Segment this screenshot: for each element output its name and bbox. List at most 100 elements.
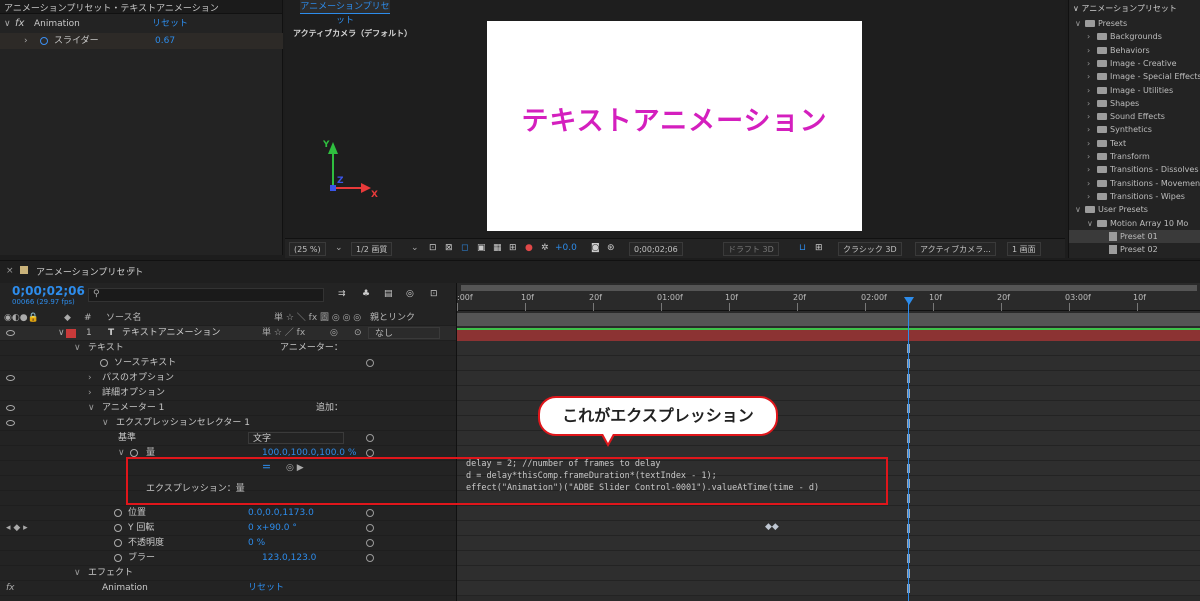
chevron-right-icon[interactable]: › [88,386,92,401]
property-row[interactable]: ∨ アニメーター 1 追加： [0,401,456,416]
extended-viewer-icon[interactable]: ⊞ [815,243,823,253]
preset-tree-item[interactable]: › Image - Utilities [1069,84,1200,97]
track-row[interactable] [457,341,1200,356]
stopwatch-icon[interactable] [114,509,122,517]
parent-pickwhip-icon[interactable]: ◎ [330,326,338,341]
renderer-select[interactable]: クラシック 3D [838,242,902,256]
frame-blend-icon[interactable]: ▤ [384,289,393,299]
track-row[interactable] [457,551,1200,566]
region-icon[interactable]: ▣ [477,243,486,253]
effect-row-animation[interactable]: ∨ fx Animation リセット [0,16,283,32]
chevron-right-icon[interactable]: › [1087,30,1097,43]
expression-pickwhip-icon[interactable] [366,539,374,547]
shy-layers-icon[interactable]: ♣ [362,289,370,299]
property-value[interactable]: 0.0,0.0,1173.0 [248,506,314,521]
chevron-down-icon[interactable]: ∨ [74,341,81,356]
property-value[interactable]: 0 x+90.0 ° [248,521,297,536]
preset-tree-item[interactable]: ∨ Presets [1069,17,1200,30]
timeline-search-input[interactable]: ⚲ [88,288,324,302]
zoom-select[interactable]: (25 %) [289,242,326,256]
expression-pickwhip-icon[interactable] [366,449,374,457]
color-channel-icon[interactable]: ● [525,243,533,253]
preset-tree-item[interactable]: Preset 02 [1069,243,1200,256]
chevron-right-icon[interactable]: › [1087,177,1097,190]
param-value[interactable]: 0.67 [155,33,175,49]
stopwatch-icon[interactable] [130,449,138,457]
presets-panel-header[interactable]: ∨ アニメーションプリセット [1069,2,1200,15]
views-select[interactable]: 1 画面 [1007,242,1041,256]
stopwatch-icon[interactable] [114,524,122,532]
draft-3d-toggle[interactable]: ドラフト 3D [723,242,779,256]
panel-menu-icon[interactable]: ≡ [128,265,136,275]
track-row[interactable] [457,506,1200,521]
property-row[interactable]: 基準 文字 [0,431,456,446]
chevron-down-icon[interactable]: ∨ [74,566,81,581]
playhead-line[interactable] [908,297,909,601]
stopwatch-icon[interactable] [40,37,48,45]
layer-switches[interactable]: 単 ☆ ／ fx [262,326,305,341]
grid-icon[interactable]: ▦ [493,243,502,253]
track-row[interactable] [457,581,1200,596]
property-row[interactable]: 位置 0.0,0.0,1173.0 [0,506,456,521]
stopwatch-icon[interactable] [100,359,108,367]
timeline-timecode[interactable]: 0;00;02;06 [12,284,85,298]
property-row[interactable]: › 詳細オプション [0,386,456,401]
transparency-grid-icon[interactable]: ⊠ [445,243,453,253]
chevron-down-icon[interactable]: ∨ [1075,203,1085,216]
preset-tree-item[interactable]: › Sound Effects [1069,110,1200,123]
layer-row[interactable]: ∨ 1 T テキストアニメーション 単 ☆ ／ fx ◎ ⊙ なし [0,326,456,341]
property-value[interactable]: リセット [248,581,284,596]
camera-snapshot-icon[interactable]: ◙ [591,243,600,253]
label-color-swatch[interactable] [66,329,76,338]
property-row[interactable]: 不透明度 0 % [0,536,456,551]
property-row[interactable]: ソーステキスト [0,356,456,371]
preset-tree-item[interactable]: › Image - Creative [1069,57,1200,70]
eye-icon[interactable] [6,375,15,381]
property-value[interactable]: 123.0,123.0 [262,551,316,566]
stopwatch-icon[interactable] [114,539,122,547]
layer-name[interactable]: テキストアニメーション [122,326,220,341]
property-row[interactable]: › パスのオプション [0,371,456,386]
preset-tree-item[interactable]: Preset 01 [1069,229,1200,243]
expression-pickwhip-icon[interactable] [366,509,374,517]
preset-tree-item[interactable]: ∨ User Presets [1069,203,1200,216]
resolution-select[interactable]: 1/2 画質 [351,242,393,256]
fx-label[interactable]: fx [15,16,24,32]
chevron-right-icon[interactable]: › [24,33,28,49]
effect-controls-tab[interactable]: アニメーションプリセット・テキストアニメーション [0,0,282,14]
chevron-down-icon[interactable]: ∨ [1073,4,1079,13]
property-row[interactable]: ブラー 123.0,123.0 [0,551,456,566]
property-row[interactable]: fx Animation リセット [0,581,456,596]
close-icon[interactable]: × [6,266,14,276]
track-row[interactable] [457,566,1200,581]
property-menu[interactable]: アニメーター： [280,341,343,356]
keyframe-icon[interactable]: ◆◆ [765,522,779,532]
chevron-right-icon[interactable]: › [1087,163,1097,176]
time-ruler[interactable]: :00f 10f 20f 01:00f 10f 20f 02:00f 10f 20f 03:00f… [457,283,1200,311]
eye-icon[interactable] [6,330,15,336]
keyframe-navigator-icon[interactable]: ◂ ◆ ▸ [6,521,28,536]
column-source-name[interactable]: ソース名 [106,311,142,326]
chevron-down-icon[interactable]: ⌄ [335,243,343,253]
expression-pickwhip-icon[interactable] [366,434,374,442]
track-row[interactable]: ◆◆ [457,521,1200,536]
composition-tab[interactable]: アニメーションプリセット [300,0,390,26]
preset-tree-item[interactable]: ∨ Motion Array 10 Mo [1069,217,1200,230]
chevron-right-icon[interactable]: › [1087,110,1097,123]
property-value[interactable]: 0 % [248,536,265,551]
track-row[interactable] [457,356,1200,371]
preset-tree-item[interactable]: › Image - Special Effects [1069,70,1200,83]
property-row[interactable]: ∨ エクスプレッションセレクター 1 [0,416,456,431]
link-icon[interactable]: ⊙ [354,326,362,341]
current-time[interactable]: 0;00;02;06 [629,242,683,256]
property-value[interactable]: 文字 [248,432,344,444]
property-row[interactable]: ∨ テキスト アニメーター： [0,341,456,356]
snapshot-icon[interactable]: ⊡ [429,243,437,253]
chevron-down-icon[interactable]: ⌄ [411,243,419,253]
exposure-reset-icon[interactable]: ✲ [541,243,549,253]
preset-tree-item[interactable]: › Transitions - Movement [1069,177,1200,190]
show-snapshot-icon[interactable]: ⊛ [607,243,615,253]
preset-tree-item[interactable]: › Behaviors [1069,44,1200,57]
chevron-down-icon[interactable]: ∨ [1075,17,1085,30]
chevron-right-icon[interactable]: › [1087,97,1097,110]
